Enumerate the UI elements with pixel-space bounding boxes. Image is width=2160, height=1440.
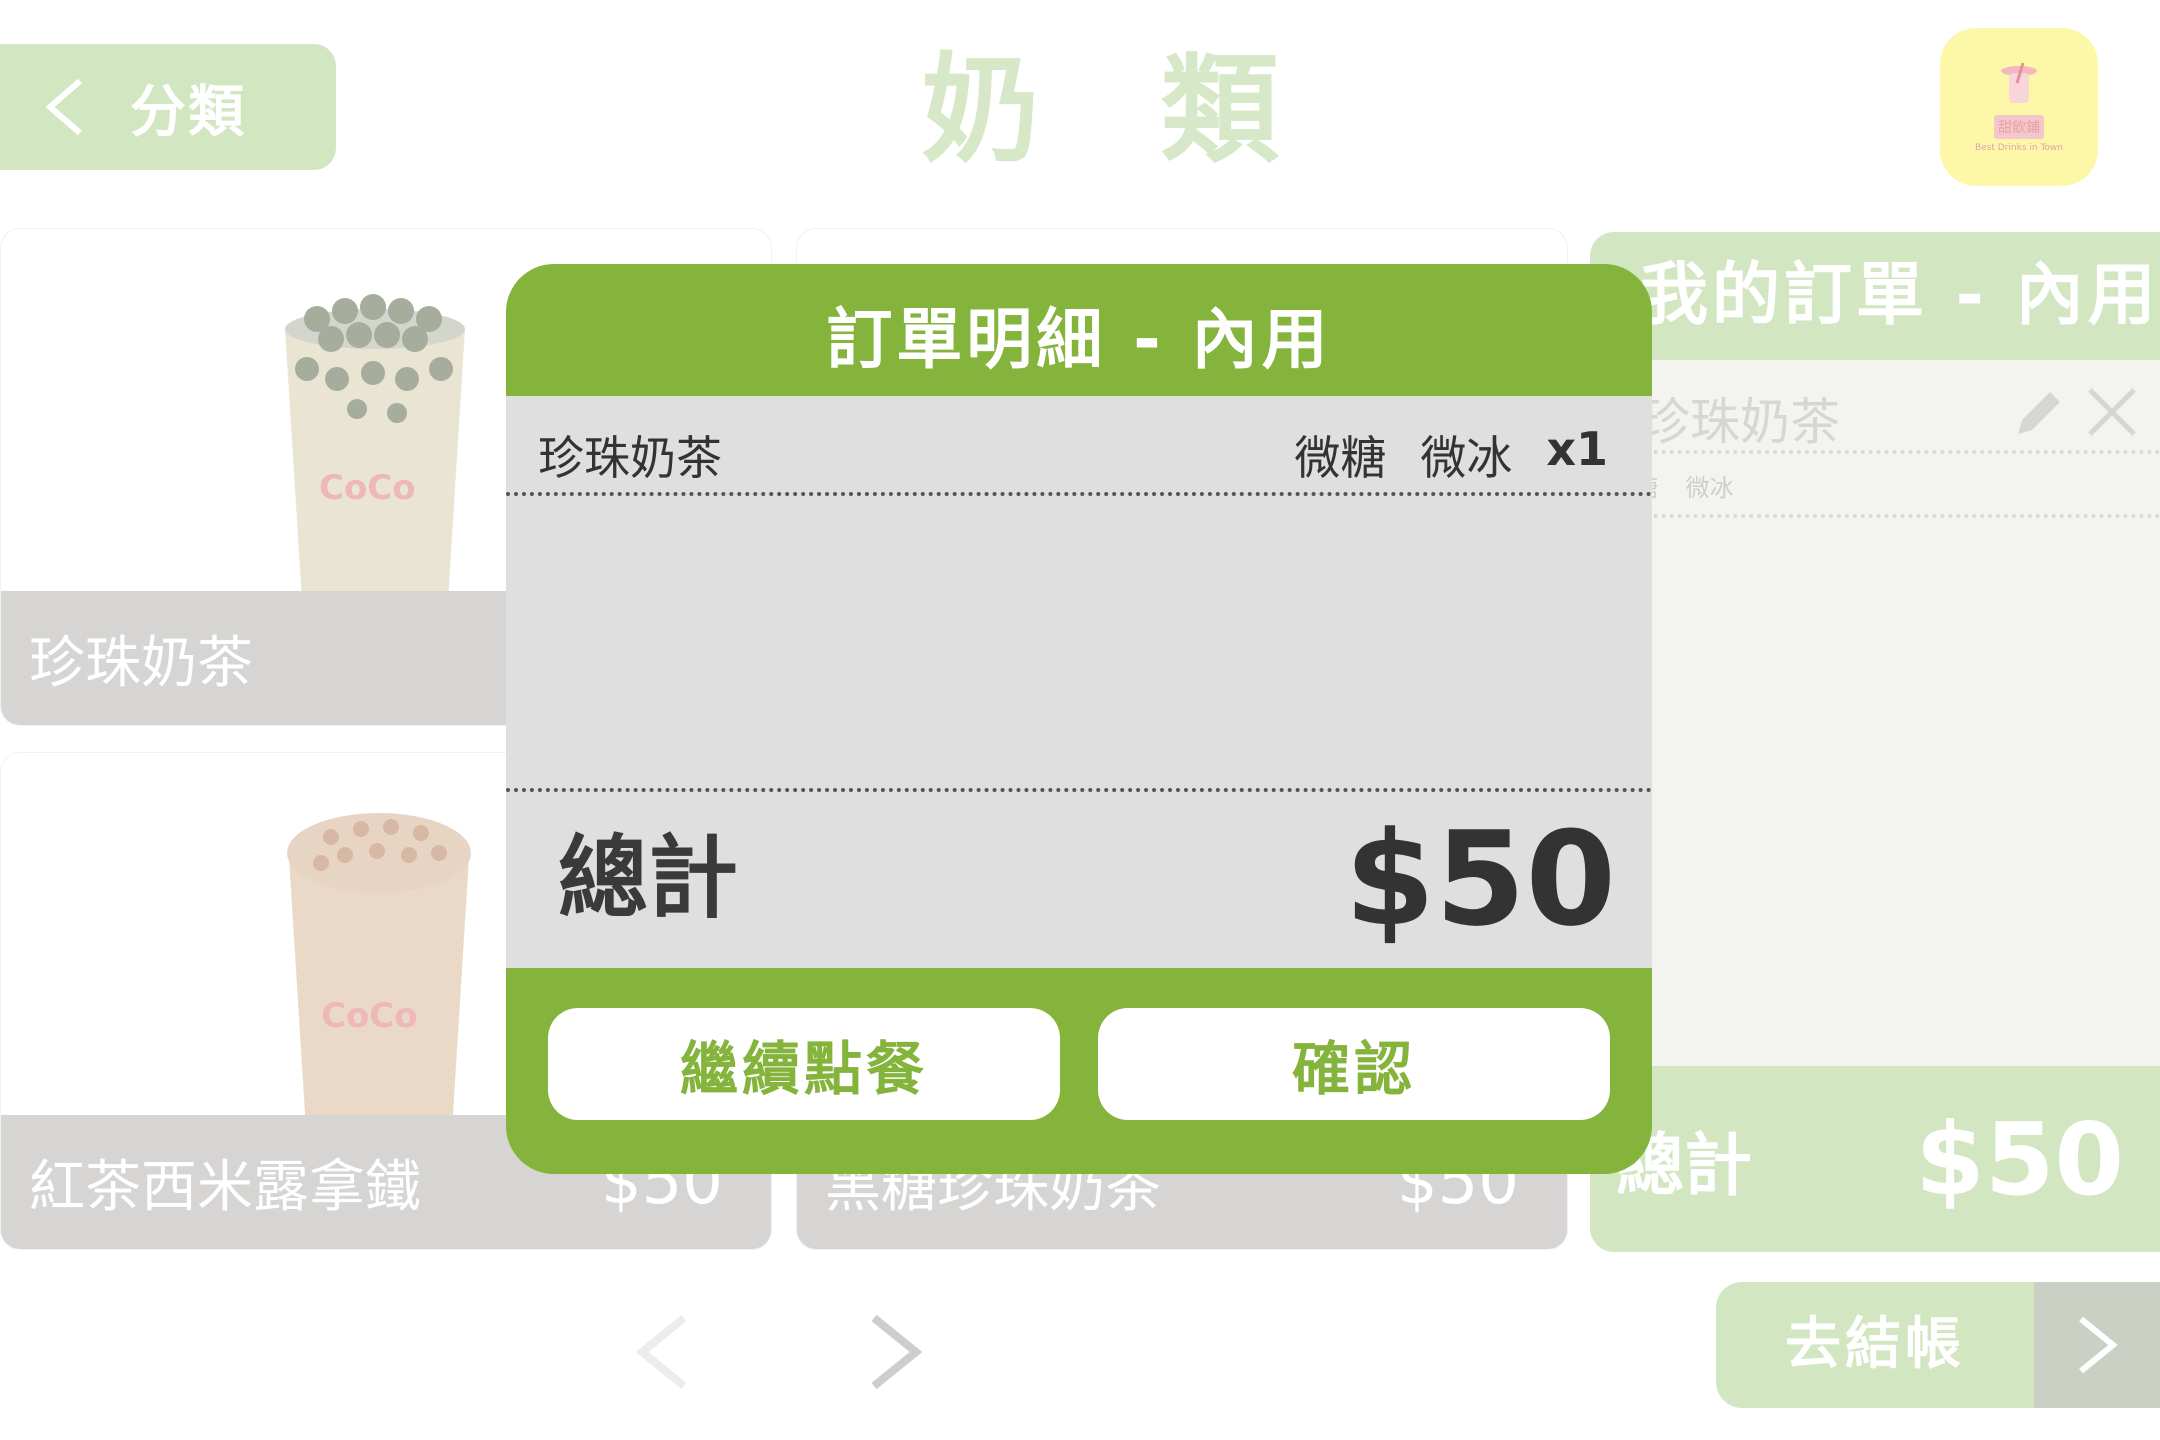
store-logo: 甜飲鋪 Best Drinks in Town bbox=[1940, 28, 2098, 186]
edit-pencil-icon[interactable] bbox=[2010, 382, 2070, 442]
my-order-panel: 我的訂單 - 內用 珍珠奶茶 糖 微冰 總計 $50 bbox=[1590, 232, 2160, 1252]
order-detail-dialog: 訂單明細 - 內用 珍珠奶茶 微糖 微冰 x1 總計 $50 繼續點餐 確認 bbox=[506, 264, 1652, 1174]
next-page-icon[interactable] bbox=[866, 1312, 926, 1392]
confirm-button[interactable]: 確認 bbox=[1098, 1008, 1610, 1120]
back-button-label: 分類 bbox=[130, 79, 246, 145]
dialog-total-value: $50 bbox=[1344, 803, 1616, 955]
page-title: 奶 類 bbox=[921, 41, 1319, 179]
chevron-left-icon bbox=[45, 78, 82, 136]
product-name: 紅茶西米露拿鐵 bbox=[29, 1154, 421, 1220]
product-name: 珍珠奶茶 bbox=[29, 630, 253, 696]
divider bbox=[1590, 514, 2160, 518]
list-item: 珍珠奶茶 微糖 微冰 x1 bbox=[538, 418, 1608, 492]
cup-brand-text: CoCo bbox=[319, 468, 416, 508]
dialog-total-label: 總計 bbox=[558, 826, 738, 931]
divider bbox=[1590, 450, 2160, 454]
remove-item-icon[interactable] bbox=[2084, 384, 2140, 440]
continue-ordering-button[interactable]: 繼續點餐 bbox=[548, 1008, 1060, 1120]
previous-page-icon[interactable] bbox=[632, 1312, 692, 1392]
cup-brand-text: CoCo bbox=[321, 996, 418, 1036]
item-ice: 微冰 bbox=[1420, 431, 1513, 485]
total-value: $50 bbox=[1915, 1100, 2124, 1218]
checkout-label: 去結帳 bbox=[1785, 1312, 1965, 1377]
checkout-button[interactable]: 去結帳 bbox=[1716, 1282, 2160, 1408]
order-panel-total: 總計 $50 bbox=[1590, 1066, 2160, 1252]
logo-tagline: Best Drinks in Town bbox=[1975, 143, 2063, 153]
logo-brand-text: 甜飲鋪 bbox=[1994, 115, 2044, 139]
order-item-name: 珍珠奶茶 bbox=[1640, 393, 1840, 451]
divider bbox=[506, 492, 1652, 496]
item-options: 微糖 微冰 x1 bbox=[1294, 422, 1608, 488]
item-name: 珍珠奶茶 bbox=[538, 431, 722, 485]
chevron-right-icon bbox=[2034, 1282, 2160, 1408]
item-sugar: 微糖 bbox=[1294, 431, 1387, 485]
item-quantity: x1 bbox=[1546, 422, 1608, 476]
back-to-category-button[interactable]: 分類 bbox=[0, 44, 336, 170]
drink-logo-icon bbox=[2001, 62, 2037, 103]
order-panel-title: 我的訂單 - 內用 bbox=[1590, 232, 2160, 360]
divider bbox=[506, 788, 1652, 792]
dialog-title: 訂單明細 - 內用 bbox=[826, 301, 1332, 378]
